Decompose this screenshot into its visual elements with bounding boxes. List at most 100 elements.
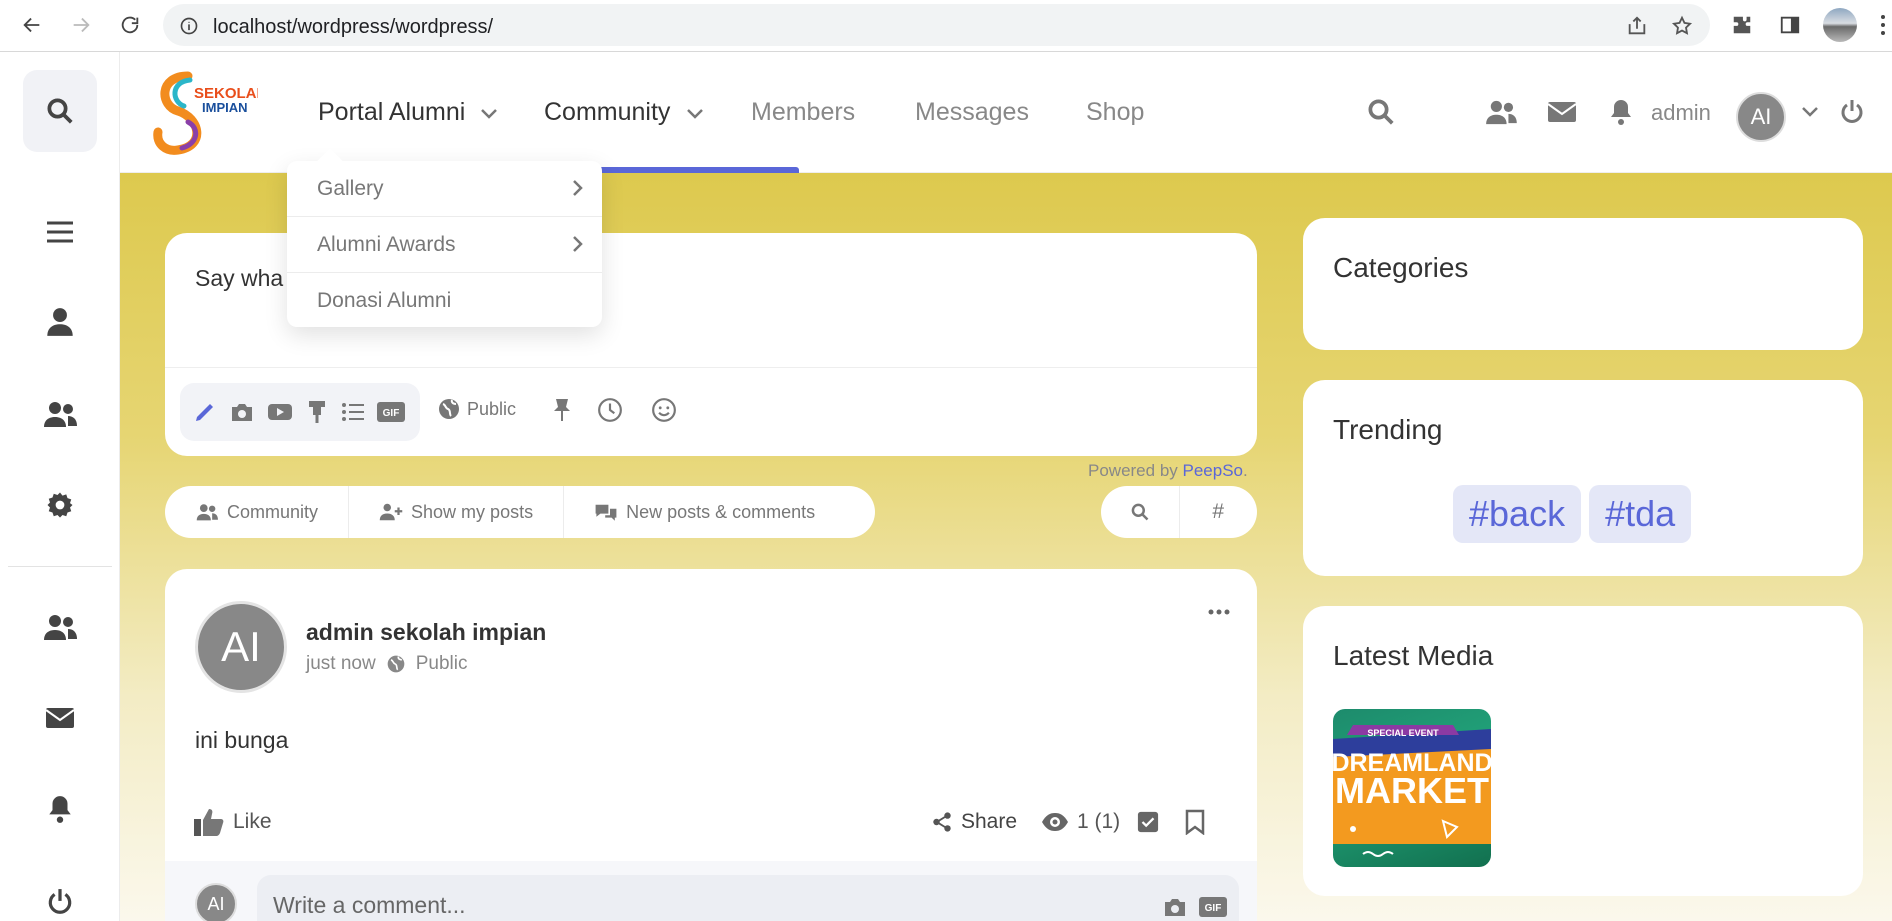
list-icon[interactable] <box>338 397 368 427</box>
browser-toolbar: localhost/wordpress/wordpress/ <box>0 0 1892 52</box>
user-menu-chevron-icon[interactable] <box>1792 94 1828 130</box>
post-author-avatar[interactable]: AI <box>195 601 287 693</box>
media-title-line2: MARKET <box>1335 770 1489 811</box>
share-icon <box>931 811 953 833</box>
views-counter[interactable]: 1 (1) <box>1041 810 1120 834</box>
filter-show-my-posts[interactable]: Show my posts <box>349 486 565 538</box>
pencil-icon[interactable] <box>190 397 220 427</box>
video-icon[interactable] <box>265 397 295 427</box>
post-options-ellipsis-icon[interactable] <box>1205 603 1233 621</box>
extensions-icon[interactable] <box>1728 11 1756 39</box>
stream-search-tools: # <box>1101 486 1257 538</box>
url-text: localhost/wordpress/wordpress/ <box>213 16 494 38</box>
site-logo[interactable]: SEKOLAH IMPIAN <box>148 66 258 156</box>
activity-post: AI admin sekolah impian just now Public … <box>165 569 1257 921</box>
camera-icon[interactable] <box>227 397 257 427</box>
notifications-bell-icon[interactable] <box>40 789 80 829</box>
profile-avatar[interactable] <box>1823 8 1857 42</box>
privacy-label: Public <box>467 398 517 419</box>
browser-menu-icon[interactable] <box>1874 11 1892 39</box>
schedule-clock-icon[interactable] <box>595 395 625 425</box>
privacy-selector[interactable]: Public <box>437 397 516 421</box>
like-button[interactable]: Like <box>193 807 272 837</box>
filter-new-posts-comments[interactable]: New posts & comments <box>564 486 845 538</box>
poll-pin-icon[interactable] <box>302 397 332 427</box>
hashtag-tda[interactable]: #tda <box>1589 485 1692 543</box>
bookmark-icon[interactable] <box>1180 807 1210 837</box>
trending-tags: #back #tda <box>1453 485 1692 543</box>
powered-suffix: . <box>1243 461 1248 480</box>
hashtag-back[interactable]: #back <box>1453 485 1582 543</box>
nav-members[interactable]: Members <box>751 98 855 127</box>
post-author-name[interactable]: admin sekolah impian <box>306 619 546 646</box>
emoji-smile-icon[interactable] <box>649 395 679 425</box>
nav-messages[interactable]: Messages <box>915 98 1029 127</box>
user-plus-icon <box>379 503 403 521</box>
globe-icon <box>386 654 406 674</box>
dropdown-item-alumni-awards[interactable]: Alumni Awards <box>287 217 602 273</box>
filter-community-label: Community <box>227 501 319 522</box>
comment-camera-icon[interactable] <box>1162 894 1188 920</box>
header-logout-icon[interactable] <box>1834 94 1870 130</box>
postbox-divider <box>165 367 1257 368</box>
reload-icon[interactable] <box>116 11 144 39</box>
hashtag-filter-button[interactable]: # <box>1180 486 1258 538</box>
comment-gif-icon[interactable]: GIF <box>1198 894 1228 920</box>
share-button[interactable]: Share <box>931 810 1017 834</box>
side-panel-icon[interactable] <box>1776 11 1804 39</box>
forward-arrow-icon[interactable] <box>67 11 95 39</box>
stream-search-icon[interactable] <box>1101 486 1180 538</box>
postbox-type-toolbar: GIF <box>180 383 420 441</box>
header-search-icon[interactable] <box>1363 94 1399 130</box>
menu-hamburger-icon[interactable] <box>40 212 80 252</box>
gif-label: GIF <box>383 408 400 419</box>
back-arrow-icon[interactable] <box>18 11 46 39</box>
messages-envelope-icon[interactable] <box>40 698 80 738</box>
members-icon[interactable] <box>40 607 80 647</box>
user-name[interactable]: admin <box>1651 100 1711 126</box>
thumbs-up-icon <box>193 807 225 837</box>
share-page-icon[interactable] <box>1623 12 1651 40</box>
widget-categories: Categories <box>1303 218 1863 350</box>
post-body-text: ini bunga <box>195 727 289 753</box>
postbox-textarea[interactable]: Say wha <box>195 265 283 292</box>
nav-shop[interactable]: Shop <box>1086 98 1144 127</box>
dropdown-item-label: Gallery <box>317 176 384 200</box>
filter-community[interactable]: Community <box>165 486 350 538</box>
dropdown-item-gallery[interactable]: Gallery <box>287 161 602 217</box>
sidebar-search-button[interactable] <box>23 70 97 152</box>
header-bell-icon[interactable] <box>1603 94 1639 130</box>
site-info-icon[interactable] <box>175 12 203 40</box>
dropdown-item-donasi-alumni[interactable]: Donasi Alumni <box>287 273 602 329</box>
nav-community[interactable]: Community <box>544 98 670 127</box>
address-bar[interactable]: localhost/wordpress/wordpress/ <box>163 4 1710 46</box>
friends-users-icon[interactable] <box>40 394 80 434</box>
check-square-icon[interactable] <box>1133 807 1163 837</box>
top-navigation: SEKOLAH IMPIAN Portal Alumni Community M… <box>120 52 1892 173</box>
header-messages-icon[interactable] <box>1544 94 1580 130</box>
user-avatar[interactable]: AI <box>1736 92 1786 142</box>
globe-icon <box>437 397 461 421</box>
eye-icon <box>1041 812 1069 832</box>
header-friends-icon[interactable] <box>1483 94 1519 130</box>
post-privacy: Public <box>415 653 468 674</box>
powered-by: Powered by PeepSo. <box>1088 461 1248 481</box>
post-timestamp[interactable]: just now <box>306 653 376 675</box>
logout-power-icon[interactable] <box>40 882 80 921</box>
filter-my-posts-label: Show my posts <box>411 501 534 522</box>
pin-icon[interactable] <box>547 395 577 425</box>
bookmark-star-icon[interactable] <box>1668 12 1696 40</box>
comment-gif-label: GIF <box>1205 903 1222 914</box>
chevron-right-icon <box>572 235 584 253</box>
comment-input[interactable] <box>257 875 1239 921</box>
peepso-link[interactable]: PeepSo <box>1183 461 1244 480</box>
left-sidebar <box>0 52 120 921</box>
portal-alumni-dropdown: Gallery Alumni Awards Donasi Alumni <box>287 161 602 327</box>
nav-portal-alumni[interactable]: Portal Alumni <box>318 98 465 127</box>
gif-icon[interactable]: GIF <box>376 397 406 427</box>
media-tag-text: SPECIAL EVENT <box>1367 728 1439 738</box>
profile-user-icon[interactable] <box>40 302 80 342</box>
settings-gear-icon[interactable] <box>40 485 80 525</box>
media-thumbnail[interactable]: SPECIAL EVENT DREAMLAND MARKET <box>1333 709 1491 867</box>
share-label: Share <box>961 810 1018 833</box>
